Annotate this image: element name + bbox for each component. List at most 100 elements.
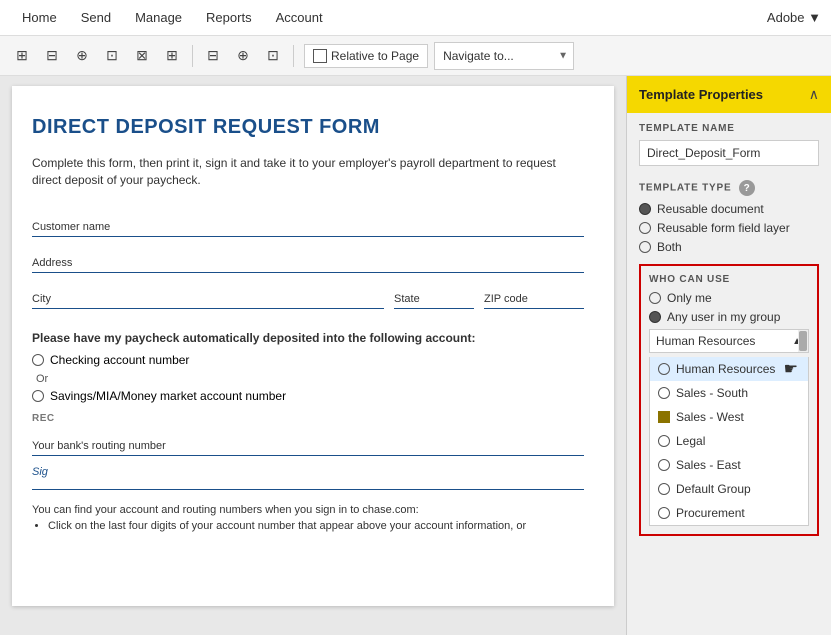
tool-btn-1[interactable]: ⊞ [8,42,36,70]
any-user-label: Any user in my group [667,310,780,324]
address-field[interactable]: Address [32,245,584,273]
group-scroll-thumb [799,331,807,351]
rec-label: REC [32,413,584,424]
panel-content: TEMPLATE NAME TEMPLATE TYPE ? Reusable d… [627,113,831,635]
reusable-field-label: Reusable form field layer [657,221,790,235]
legal-label: Legal [676,434,705,448]
separator-2 [293,45,294,67]
only-me-option[interactable]: Only me [649,291,809,305]
template-name-input[interactable] [639,140,819,166]
panel-header-title: Template Properties [639,87,763,102]
panel-collapse-button[interactable]: ∧ [809,86,819,103]
or-text: Or [32,373,584,385]
tool-btn-9[interactable]: ⊡ [259,42,287,70]
document-area[interactable]: DIRECT DEPOSIT REQUEST FORM Complete thi… [0,76,626,635]
group-item-hr[interactable]: Human Resources ☛ [650,357,808,381]
reusable-field-radio-icon [639,222,651,234]
relative-to-page-label: Relative to Page [331,49,419,63]
sales-east-radio-icon [658,459,670,471]
reusable-doc-label: Reusable document [657,202,764,216]
type-reusable-field[interactable]: Reusable form field layer [639,221,819,235]
sales-west-square-icon [658,411,670,423]
sales-south-label: Sales - South [676,386,748,400]
state-label: State [394,293,420,308]
tool-btn-8[interactable]: ⊕ [229,42,257,70]
city-field[interactable]: City [32,281,384,309]
legal-radio-icon [658,435,670,447]
any-user-radio-icon [649,311,661,323]
tool-btn-3[interactable]: ⊕ [68,42,96,70]
footer-bullet: Click on the last four digits of your ac… [48,518,584,535]
state-field[interactable]: State [394,281,474,309]
default-radio-icon [658,483,670,495]
tool-btn-7[interactable]: ⊟ [199,42,227,70]
procurement-radio-icon [658,507,670,519]
adobe-logo[interactable]: Adobe ▼ [767,10,821,25]
hr-radio-icon [658,363,670,375]
group-item-procurement[interactable]: Procurement [650,501,808,525]
any-user-option[interactable]: Any user in my group [649,310,809,324]
procurement-label: Procurement [676,506,745,520]
template-name-section-label: TEMPLATE NAME [639,123,819,134]
doc-intro: Complete this form, then print it, sign … [32,155,584,189]
relative-to-page-button[interactable]: Relative to Page [304,44,428,68]
document-page: DIRECT DEPOSIT REQUEST FORM Complete thi… [12,86,614,606]
template-type-help-icon[interactable]: ? [739,180,755,196]
tool-btn-4[interactable]: ⊡ [98,42,126,70]
doc-footer: You can find your account and routing nu… [32,502,584,535]
menu-account[interactable]: Account [264,2,335,33]
group-item-sales-south[interactable]: Sales - South [650,381,808,405]
panel-header: Template Properties ∧ [627,76,831,113]
menu-home[interactable]: Home [10,2,69,33]
tool-btn-2[interactable]: ⊟ [38,42,66,70]
zip-field[interactable]: ZIP code [484,281,584,309]
doc-title: DIRECT DEPOSIT REQUEST FORM [32,116,584,139]
menu-bar: Home Send Manage Reports Account Adobe ▼ [0,0,831,36]
menu-send[interactable]: Send [69,2,123,33]
who-can-use-label: WHO CAN USE [649,274,809,285]
group-dropdown-text: Human Resources [656,334,755,348]
savings-label: Savings/MIA/Money market account number [50,389,286,403]
type-reusable-doc[interactable]: Reusable document [639,202,819,216]
group-dropdown[interactable]: Human Resources ▲ [649,329,809,353]
group-item-default[interactable]: Default Group [650,477,808,501]
checking-label: Checking account number [50,353,189,367]
default-label: Default Group [676,482,751,496]
deposit-section-label: Please have my paycheck automatically de… [32,331,584,345]
group-item-legal[interactable]: Legal [650,429,808,453]
navigate-wrapper: Navigate to...Page 1Page 2 [434,42,574,70]
who-can-use-section: WHO CAN USE Only me Any user in my group… [639,264,819,536]
both-radio-icon [639,241,651,253]
tool-btn-5[interactable]: ⊠ [128,42,156,70]
reusable-doc-radio-icon [639,203,651,215]
group-list: Human Resources ☛ Sales - South Sales - … [649,357,809,526]
customer-name-field[interactable]: Customer name [32,209,584,237]
savings-radio[interactable]: Savings/MIA/Money market account number [32,389,584,403]
toolbar: ⊞ ⊟ ⊕ ⊡ ⊠ ⊞ ⊟ ⊕ ⊡ Relative to Page Navig… [0,36,831,76]
menu-manage[interactable]: Manage [123,2,194,33]
checking-radio[interactable]: Checking account number [32,353,584,367]
sales-west-label: Sales - West [676,410,744,424]
checking-radio-icon [32,354,44,366]
address-label: Address [32,257,72,272]
savings-radio-icon [32,390,44,402]
footer-line1: You can find your account and routing nu… [32,502,584,519]
template-type-section-label: TEMPLATE TYPE ? [639,180,819,196]
customer-name-label: Customer name [32,221,110,236]
cursor-hand-icon: ☛ [784,359,798,379]
menu-reports[interactable]: Reports [194,2,264,33]
routing-field[interactable]: Your bank's routing number [32,428,584,456]
type-both[interactable]: Both [639,240,819,254]
routing-label: Your bank's routing number [32,440,166,455]
sales-south-radio-icon [658,387,670,399]
only-me-label: Only me [667,291,712,305]
group-scroll-bar[interactable] [798,330,808,352]
tool-btn-6[interactable]: ⊞ [158,42,186,70]
group-item-sales-west[interactable]: Sales - West [650,405,808,429]
signature-line: Sig [32,466,584,490]
group-item-sales-east[interactable]: Sales - East [650,453,808,477]
main-layout: DIRECT DEPOSIT REQUEST FORM Complete thi… [0,76,831,635]
navigate-dropdown[interactable]: Navigate to...Page 1Page 2 [434,42,574,70]
right-panel: Template Properties ∧ TEMPLATE NAME TEMP… [626,76,831,635]
city-label: City [32,293,51,308]
